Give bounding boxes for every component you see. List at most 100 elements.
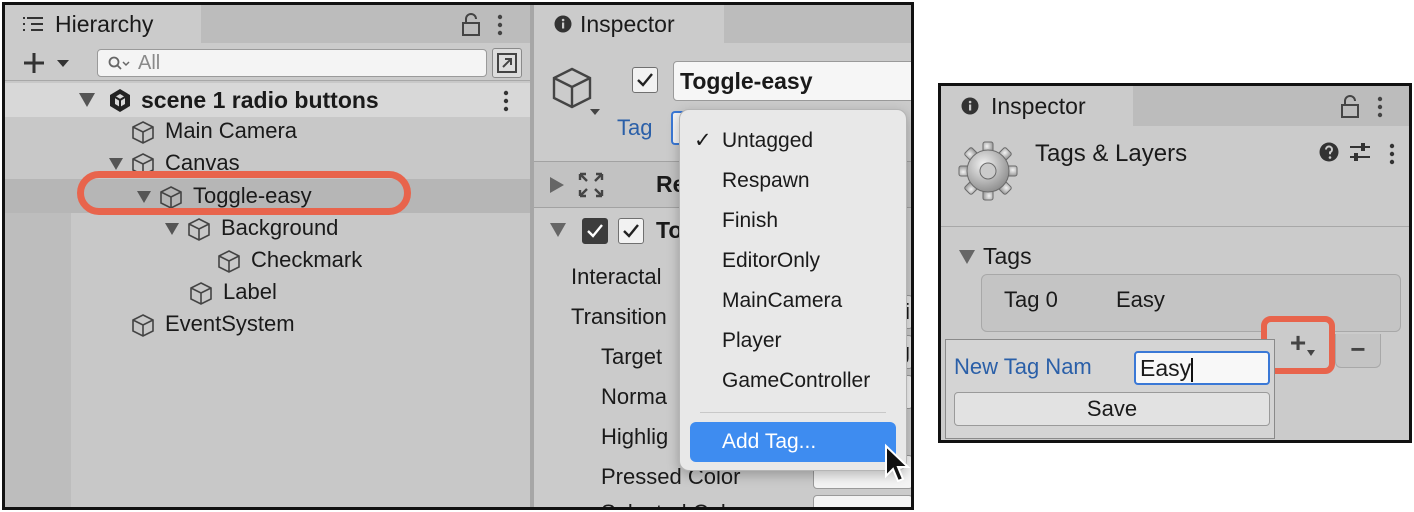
rect-transform-icon xyxy=(578,172,604,198)
hierarchy-search-input[interactable]: All xyxy=(97,49,487,77)
new-tag-popup: New Tag Nam Easy Save xyxy=(945,339,1275,439)
unity-logo-icon xyxy=(110,89,130,112)
cube-icon xyxy=(218,250,240,273)
maximize-icon xyxy=(497,53,517,73)
highlight-ring xyxy=(77,171,411,215)
hierarchy-gutter xyxy=(5,213,71,507)
hierarchy-toolbar: All xyxy=(5,43,530,81)
menu-item-label: Player xyxy=(722,329,782,352)
info-icon xyxy=(961,97,979,115)
prop-interactable: Interactal xyxy=(571,264,662,289)
foldout-arrow-icon[interactable] xyxy=(959,250,975,264)
cube-icon xyxy=(132,121,154,144)
cube-icon xyxy=(188,218,210,241)
help-icon[interactable] xyxy=(1319,142,1339,162)
menu-item-respawn[interactable]: Respawn xyxy=(680,161,908,201)
foldout-arrow-icon[interactable] xyxy=(165,223,179,235)
new-tag-name-value: Easy xyxy=(1140,355,1192,381)
minus-label: − xyxy=(1350,334,1366,364)
active-checkbox[interactable] xyxy=(632,67,658,93)
prop-target: Target xyxy=(601,344,663,369)
menu-item-label: GameController xyxy=(722,369,871,392)
tag-row-value[interactable]: Easy xyxy=(1116,287,1165,313)
menu-item-label: EditorOnly xyxy=(722,249,821,272)
settings-sliders-icon[interactable] xyxy=(1349,142,1371,162)
menu-item-label: Finish xyxy=(722,209,779,232)
chevron-down-icon xyxy=(1307,350,1315,356)
new-tag-name-label: New Tag Nam xyxy=(954,354,1092,379)
game-object-icon xyxy=(552,67,600,115)
plus-label: + xyxy=(1289,327,1307,358)
inspector-tab[interactable]: Inspector xyxy=(534,5,724,43)
search-icon xyxy=(108,56,130,70)
scene-row[interactable]: scene 1 radio buttons xyxy=(5,83,530,117)
checkmark-icon xyxy=(637,73,653,87)
tree-item-label: Main Camera xyxy=(165,118,298,143)
prop-highlighted-color: Highlig xyxy=(601,424,669,449)
prop-normal-color: Norma xyxy=(601,384,668,409)
tags-section-header[interactable]: Tags xyxy=(983,243,1032,270)
hierarchy-tab[interactable]: Hierarchy xyxy=(5,5,201,43)
tag-row-label: Tag 0 xyxy=(1004,287,1058,312)
foldout-arrow-icon[interactable] xyxy=(79,93,95,107)
selected-color-field[interactable] xyxy=(813,495,911,507)
inspector-tab[interactable]: Inspector xyxy=(941,86,1133,126)
foldout-arrow-icon[interactable] xyxy=(550,223,566,237)
cube-icon xyxy=(132,314,154,337)
tag-dropdown-menu: ✓ Untagged Respawn Finish EditorOnly Mai… xyxy=(679,109,907,471)
tree-item-label: Label xyxy=(223,279,277,304)
search-placeholder: All xyxy=(138,52,161,74)
tags-layers-panel: Inspector Tags & Layers Tags Tag 0 Easy … xyxy=(938,83,1412,443)
menu-item-game-controller[interactable]: GameController xyxy=(680,361,908,401)
kebab-menu-icon[interactable] xyxy=(501,89,511,113)
checkmark-icon: ✓ xyxy=(694,129,712,152)
save-button[interactable]: Save xyxy=(954,392,1270,426)
lock-icon[interactable] xyxy=(460,13,482,37)
text-caret xyxy=(1191,357,1194,382)
menu-item-label: MainCamera xyxy=(722,289,843,312)
object-name-field[interactable]: Toggle-easy xyxy=(673,61,911,101)
menu-item-untagged[interactable]: ✓ Untagged xyxy=(680,121,908,161)
menu-item-finish[interactable]: Finish xyxy=(680,201,908,241)
menu-item-player[interactable]: Player xyxy=(680,321,908,361)
unity-editor-panel: Hierarchy All scene 1 radio buttons Main… xyxy=(2,2,914,510)
divider xyxy=(941,226,1409,227)
component-enabled-checkbox[interactable] xyxy=(618,218,644,244)
tag-label: Tag xyxy=(617,115,653,140)
menu-item-label: Respawn xyxy=(722,169,810,192)
hierarchy-tab-label: Hierarchy xyxy=(55,11,154,37)
kebab-menu-icon[interactable] xyxy=(1387,142,1397,166)
kebab-menu-icon[interactable] xyxy=(495,13,505,37)
add-icon[interactable] xyxy=(23,51,75,75)
prop-selected-color: Selected Color xyxy=(601,498,745,507)
menu-item-label: Add Tag... xyxy=(722,430,817,453)
tree-item-label: Background xyxy=(221,215,339,240)
menu-separator xyxy=(700,412,886,413)
kebab-menu-icon[interactable] xyxy=(1375,95,1385,119)
menu-item-add-tag[interactable]: Add Tag... xyxy=(690,422,896,462)
tags-list: Tag 0 Easy xyxy=(981,274,1401,332)
tree-item-label: EventSystem xyxy=(165,311,295,336)
cube-icon xyxy=(190,282,212,305)
inspector-tab-label: Inspector xyxy=(580,11,675,37)
checkmark-icon xyxy=(587,224,603,238)
scene-name: scene 1 radio buttons xyxy=(141,87,379,113)
menu-item-editor-only[interactable]: EditorOnly xyxy=(680,241,908,281)
menu-item-label: Untagged xyxy=(722,129,814,152)
foldout-arrow-icon[interactable] xyxy=(109,158,123,170)
component-icon-box xyxy=(582,218,608,244)
cursor-icon xyxy=(885,443,911,483)
prop-transition: Transition xyxy=(571,304,667,329)
tree-item-label: Checkmark xyxy=(251,247,363,272)
checkmark-icon xyxy=(623,224,639,238)
hierarchy-tab-icon xyxy=(23,15,43,33)
foldout-arrow-icon[interactable] xyxy=(550,177,564,193)
remove-tag-button[interactable]: − xyxy=(1335,334,1381,368)
new-tag-name-input[interactable]: Easy xyxy=(1134,351,1270,385)
lock-icon[interactable] xyxy=(1339,95,1361,119)
menu-item-main-camera[interactable]: MainCamera xyxy=(680,281,908,321)
scene-visibility-button[interactable] xyxy=(492,48,522,78)
info-icon xyxy=(554,15,572,33)
gear-icon xyxy=(958,141,1018,201)
page-title: Tags & Layers xyxy=(1035,140,1188,167)
